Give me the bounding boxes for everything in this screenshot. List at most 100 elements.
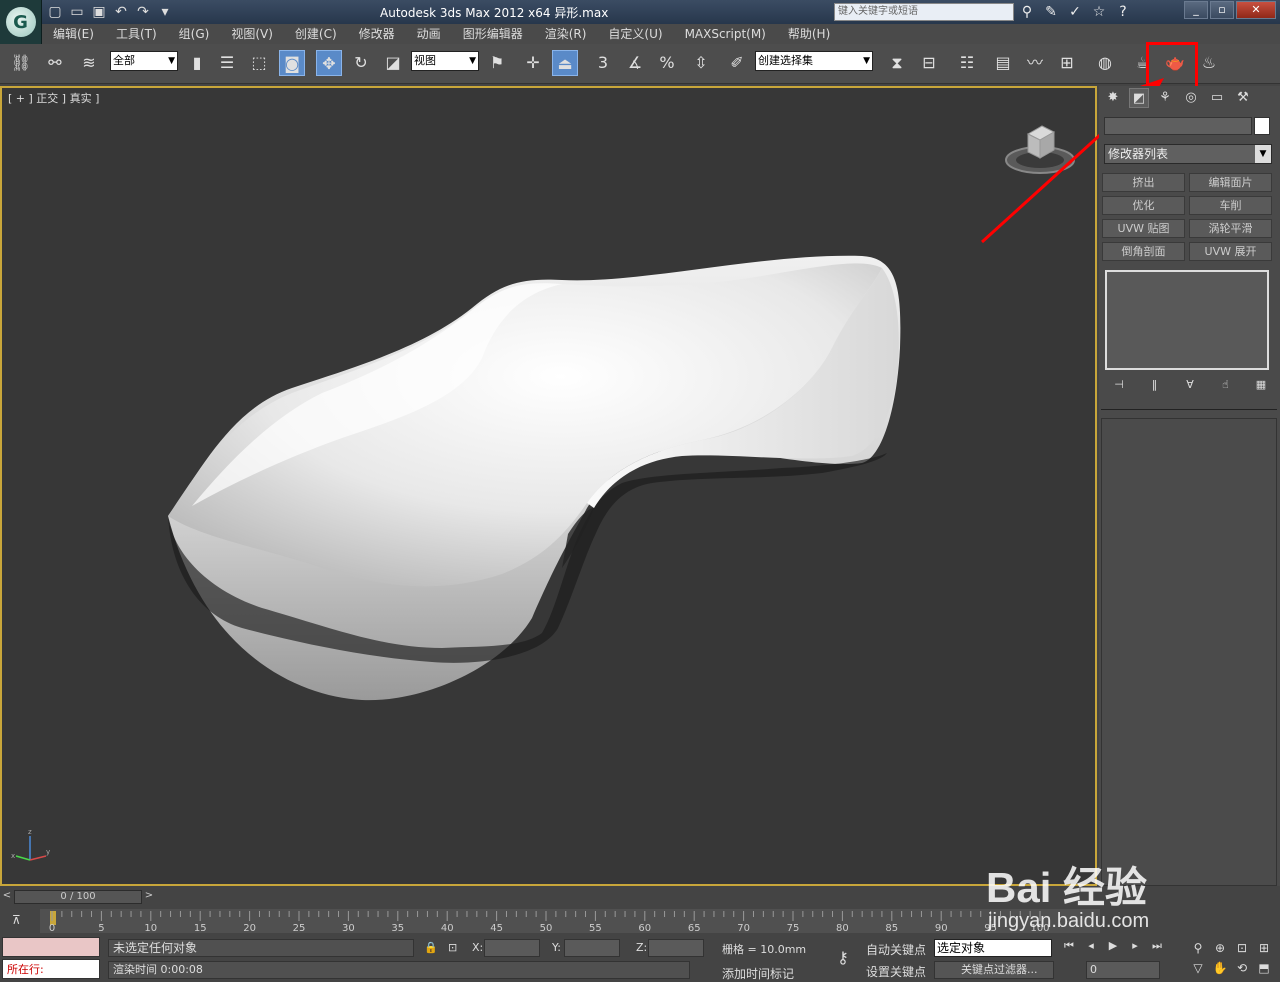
selection-filter-dropdown[interactable]: 全部 ▼ (110, 51, 178, 71)
select-rotate-icon[interactable]: ↻ (348, 50, 374, 76)
bevel-profile-button[interactable]: 倒角剖面 (1102, 242, 1185, 261)
zoom-all-icon[interactable]: ⊕ (1210, 939, 1230, 957)
menu-help[interactable]: 帮助(H) (777, 24, 841, 44)
optimize-button[interactable]: 优化 (1102, 196, 1185, 215)
create-tab-icon[interactable]: ✸ (1103, 88, 1123, 108)
configure-sets-icon[interactable]: ▦ (1250, 376, 1272, 394)
modifier-stack[interactable] (1105, 270, 1269, 370)
edit-patch-button[interactable]: 编辑面片 (1189, 173, 1272, 192)
search-input[interactable]: 键入关键字或短语 (834, 3, 1014, 21)
unwrap-uvw-button[interactable]: UVW 展开 (1189, 242, 1272, 261)
menu-modifiers[interactable]: 修改器 (348, 24, 406, 44)
lathe-button[interactable]: 车削 (1189, 196, 1272, 215)
menu-animation[interactable]: 动画 (406, 24, 452, 44)
object-name-field[interactable] (1104, 117, 1252, 135)
link-icon[interactable]: ⛓ (8, 50, 34, 76)
coord-y-field[interactable] (564, 939, 620, 957)
auto-key-button[interactable]: 自动关键点 (866, 941, 926, 958)
subscription-icon[interactable]: ✎ (1042, 2, 1060, 22)
help-icon[interactable]: ? (1114, 2, 1132, 22)
reference-coordinate-dropdown[interactable]: 视图 ▼ (411, 51, 479, 71)
coord-z-field[interactable] (648, 939, 704, 957)
bind-spacewarp-icon[interactable]: ≋ (76, 50, 102, 76)
remove-modifier-icon[interactable]: ☝ (1215, 376, 1237, 394)
menu-views[interactable]: 视图(V) (220, 24, 284, 44)
goto-end-icon[interactable]: ⏭ (1148, 937, 1166, 955)
pin-stack-icon[interactable]: ⊣ (1108, 376, 1130, 394)
angle-snap-icon[interactable]: ∡ (622, 50, 648, 76)
key-filters-button[interactable]: 关键点过滤器... (934, 961, 1054, 979)
display-tab-icon[interactable]: ▭ (1207, 88, 1227, 108)
current-frame-field[interactable]: 0 (1086, 961, 1160, 979)
undo-icon[interactable]: ↶ (112, 3, 130, 21)
object-color-swatch[interactable] (1254, 117, 1270, 135)
zoom-extents-icon[interactable]: ⊡ (1232, 939, 1252, 957)
pan-icon[interactable]: ✋ (1210, 959, 1230, 977)
select-scale-icon[interactable]: ◪ (380, 50, 406, 76)
edit-named-selection-icon[interactable]: ✐ (724, 50, 750, 76)
utilities-tab-icon[interactable]: ⚒ (1233, 88, 1253, 108)
select-object-icon[interactable]: ▮ (184, 50, 210, 76)
menu-rendering[interactable]: 渲染(R) (534, 24, 598, 44)
new-file-icon[interactable]: ▢ (46, 3, 64, 21)
goto-start-icon[interactable]: ⏮ (1060, 937, 1078, 955)
play-icon[interactable]: ▶ (1104, 937, 1122, 955)
extrude-button[interactable]: 挤出 (1102, 173, 1185, 192)
open-file-icon[interactable]: ▭ (68, 3, 86, 21)
set-key-button[interactable]: 设置关键点 (866, 963, 926, 980)
mirror-icon[interactable]: ⧗ (884, 50, 910, 76)
zoom-icon[interactable]: ⚲ (1188, 939, 1208, 957)
binoculars-icon[interactable]: ⚲ (1018, 2, 1036, 22)
next-key-icon[interactable]: ▸ (1126, 937, 1144, 955)
prev-frame-icon[interactable]: < (0, 890, 14, 904)
keyboard-shortcut-override-icon[interactable]: ⏏ (552, 50, 578, 76)
snaps-toggle-icon[interactable]: 3 (590, 50, 616, 76)
key-set-dropdown[interactable]: 选定对象 (934, 939, 1052, 957)
qat-dropdown-icon[interactable]: ▾ (156, 3, 174, 21)
perspective-viewport[interactable]: [ + ] 正交 ] 真实 ] (0, 86, 1097, 886)
modifier-list-dropdown[interactable]: 修改器列表 ▼ (1104, 144, 1272, 164)
minimize-button[interactable]: _ (1184, 1, 1208, 19)
named-selection-dropdown[interactable]: 创建选择集 ▼ (755, 51, 873, 71)
spinner-snap-icon[interactable]: ⇳ (688, 50, 714, 76)
maxscript-listener[interactable] (2, 937, 100, 957)
uvw-map-button[interactable]: UVW 贴图 (1102, 219, 1185, 238)
field-of-view-icon[interactable]: ▽ (1188, 959, 1208, 977)
menu-group[interactable]: 组(G) (168, 24, 221, 44)
maxscript-mini-listener[interactable]: 所在行: (2, 959, 100, 979)
window-crossing-icon[interactable]: ◙ (279, 50, 305, 76)
modify-tab-icon[interactable]: ◩ (1129, 88, 1149, 108)
percent-snap-icon[interactable]: % (654, 50, 680, 76)
coord-x-field[interactable] (484, 939, 540, 957)
manipulate-icon[interactable]: ✛ (520, 50, 546, 76)
make-unique-icon[interactable]: ∀ (1179, 376, 1201, 394)
app-menu-button[interactable]: G (0, 0, 42, 44)
unlink-icon[interactable]: ⚯ (42, 50, 68, 76)
menu-customize[interactable]: 自定义(U) (597, 24, 673, 44)
next-frame-icon[interactable]: > (142, 890, 156, 904)
menu-edit[interactable]: 编辑(E) (42, 24, 105, 44)
favorites-icon[interactable]: ☆ (1090, 2, 1108, 22)
seat-model[interactable] (168, 255, 901, 701)
communication-icon[interactable]: ✓ (1066, 2, 1084, 22)
menu-graph-editors[interactable]: 图形编辑器 (452, 24, 534, 44)
add-time-tag-button[interactable]: 添加时间标记 (722, 965, 794, 982)
pivot-center-icon[interactable]: ⚑ (484, 50, 510, 76)
absolute-mode-icon[interactable]: ⊡ (448, 941, 457, 954)
time-slider-thumb[interactable]: 0 / 100 (14, 890, 142, 904)
close-button[interactable]: ✕ (1236, 1, 1276, 19)
menu-create[interactable]: 创建(C) (284, 24, 348, 44)
maximize-viewport-icon[interactable]: ⬒ (1254, 959, 1274, 977)
motion-tab-icon[interactable]: ◎ (1181, 88, 1201, 108)
render-production-icon[interactable]: ♨ (1196, 50, 1222, 76)
select-move-icon[interactable]: ✥ (316, 50, 342, 76)
save-icon[interactable]: ▣ (90, 3, 108, 21)
maximize-button[interactable]: ▫ (1210, 1, 1234, 19)
hierarchy-tab-icon[interactable]: ⚘ (1155, 88, 1175, 108)
orbit-icon[interactable]: ⟲ (1232, 959, 1252, 977)
zoom-extents-all-icon[interactable]: ⊞ (1254, 939, 1274, 957)
set-key-icon[interactable]: ⚷ (828, 939, 858, 977)
show-end-result-icon[interactable]: ‖ (1144, 376, 1166, 394)
menu-tools[interactable]: 工具(T) (105, 24, 168, 44)
select-by-name-icon[interactable]: ☰ (214, 50, 240, 76)
